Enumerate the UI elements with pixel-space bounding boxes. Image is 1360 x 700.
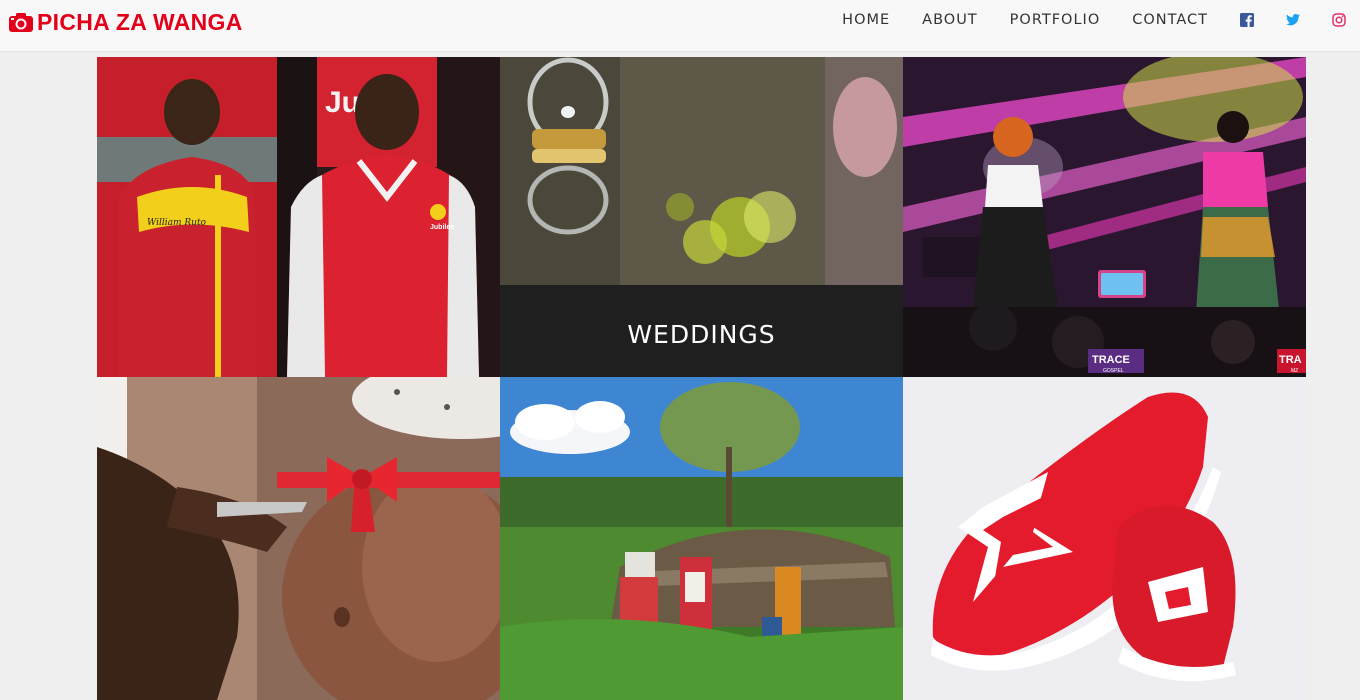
- gallery-tile-weddings[interactable]: WEDDINGS: [500, 57, 903, 377]
- gallery-tile-concert[interactable]: TRACE GOSPEL TRA MZ: [903, 57, 1306, 377]
- facebook-icon: [1240, 13, 1254, 27]
- maternity-photo: [97, 377, 500, 700]
- instagram-icon: [1332, 13, 1346, 27]
- twitter-link[interactable]: [1286, 13, 1300, 27]
- gallery-tile-village[interactable]: [500, 377, 903, 700]
- village-photo: [500, 377, 903, 700]
- category-overlay[interactable]: WEDDINGS: [500, 285, 903, 377]
- brand-logo-link[interactable]: PICHA ZA WANGA: [8, 8, 243, 36]
- gallery-tile-maternity[interactable]: [97, 377, 500, 700]
- brand-name[interactable]: PICHA ZA WANGA: [37, 8, 243, 36]
- jacket-badge-text: Jubilee: [430, 224, 454, 231]
- politics-photo: Ju William Ruto Jubilee: [97, 57, 500, 377]
- portfolio-gallery: Ju William Ruto Jubilee WEDDINGS TRACE G…: [97, 57, 1306, 700]
- nav-home[interactable]: HOME: [842, 12, 890, 28]
- nav-contact[interactable]: CONTACT: [1132, 12, 1208, 28]
- main-nav: HOME ABOUT PORTFOLIO CONTACT: [842, 0, 1346, 40]
- concert-sign-mz: MZ: [1291, 368, 1298, 374]
- camera-icon: [9, 13, 33, 32]
- weddings-label: WEDDINGS: [627, 319, 776, 349]
- backdrop-text: Ju: [325, 86, 360, 119]
- twitter-icon: [1286, 13, 1300, 26]
- gallery-tile-sneakers[interactable]: [903, 377, 1306, 700]
- concert-sign-tra: TRA: [1279, 354, 1302, 366]
- nav-portfolio[interactable]: PORTFOLIO: [1010, 12, 1101, 28]
- nav-about[interactable]: ABOUT: [922, 12, 978, 28]
- jersey-name-text: William Ruto: [147, 218, 207, 228]
- facebook-link[interactable]: [1240, 13, 1254, 27]
- sneakers-photo: [903, 377, 1306, 700]
- gallery-tile-politics[interactable]: Ju William Ruto Jubilee: [97, 57, 500, 377]
- instagram-link[interactable]: [1332, 13, 1346, 27]
- concert-photo: TRACE GOSPEL TRA MZ: [903, 57, 1306, 377]
- top-navbar: PICHA ZA WANGA HOME ABOUT PORTFOLIO CONT…: [0, 0, 1360, 52]
- concert-sign-gospel: GOSPEL: [1103, 368, 1124, 374]
- concert-sign-trace: TRACE: [1092, 354, 1130, 366]
